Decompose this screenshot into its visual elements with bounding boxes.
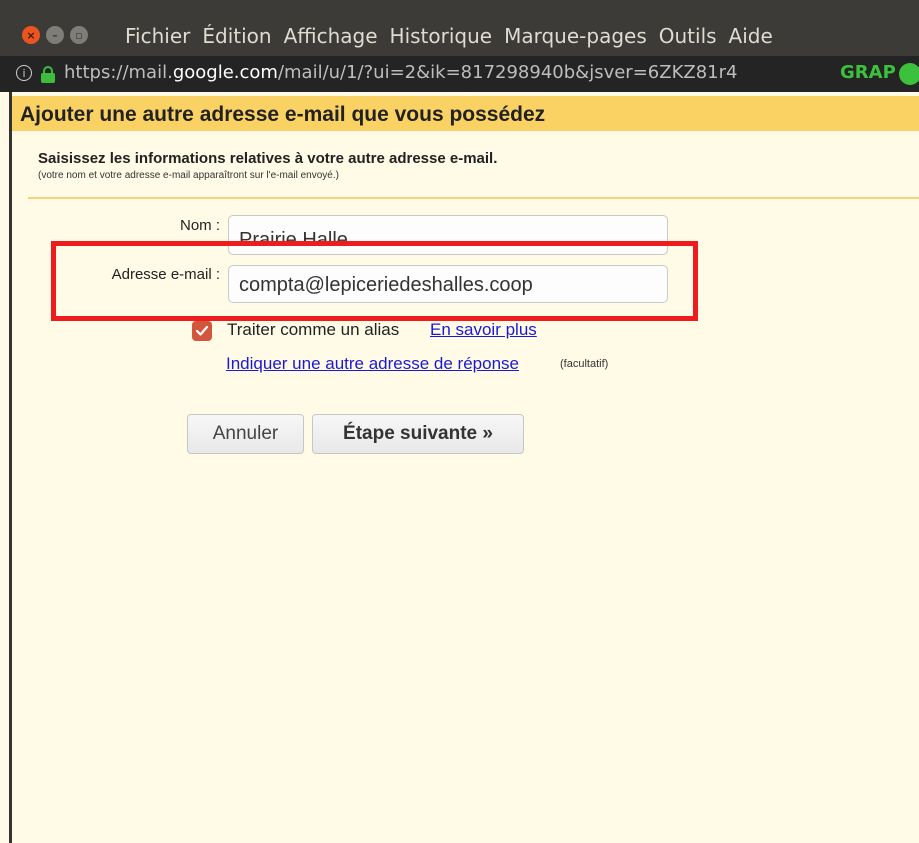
cancel-button[interactable]: Annuler (187, 414, 304, 454)
menu-historique[interactable]: Historique (390, 24, 493, 48)
url-text[interactable]: https://mail.google.com/mail/u/1/?ui=2&i… (64, 62, 737, 83)
dialog-sub-instructions: (votre nom et votre adresse e-mail appar… (38, 170, 339, 181)
reply-address-link[interactable]: Indiquer une autre adresse de réponse (226, 354, 519, 374)
menu-fichier[interactable]: Fichier (125, 24, 190, 48)
addon-label[interactable]: GRAP (840, 62, 896, 83)
alias-label: Traiter comme un alias (227, 320, 400, 339)
optional-label: (facultatif) (560, 358, 609, 370)
menu-bar: × – ▫ Fichier Édition Affichage Historiq… (0, 0, 919, 56)
check-icon (195, 325, 209, 336)
menu-affichage[interactable]: Affichage (284, 24, 378, 48)
divider (28, 197, 919, 199)
highlight-box (51, 241, 698, 321)
alias-checkbox[interactable] (192, 321, 212, 341)
maximize-window-icon[interactable]: ▫ (70, 26, 88, 44)
lock-icon[interactable] (41, 66, 55, 83)
url-domain: google.com (172, 62, 278, 83)
minimize-window-icon[interactable]: – (46, 26, 64, 44)
next-step-button[interactable]: Étape suivante » (312, 414, 524, 454)
dialog-title: Ajouter une autre adresse e-mail que vou… (12, 96, 919, 131)
learn-more-link[interactable]: En savoir plus (430, 320, 537, 340)
window-controls: × – ▫ (22, 26, 88, 44)
dialog-instructions: Saisissez les informations relatives à v… (38, 150, 498, 167)
menu-aide[interactable]: Aide (729, 24, 773, 48)
addon-status-icon[interactable] (899, 63, 919, 85)
menu-outils[interactable]: Outils (659, 24, 717, 48)
close-window-icon[interactable]: × (22, 26, 40, 44)
menu-marque-pages[interactable]: Marque-pages (504, 24, 647, 48)
url-bar[interactable]: i https://mail.google.com/mail/u/1/?ui=2… (0, 56, 919, 92)
name-label: Nom : (179, 217, 220, 234)
url-fade (760, 56, 840, 92)
url-prefix: https://mail. (64, 62, 173, 83)
url-path: /mail/u/1/?ui=2&ik=817298940b&jsver=6ZKZ… (277, 62, 738, 83)
window-edge (9, 92, 12, 843)
menu-items: Fichier Édition Affichage Historique Mar… (125, 24, 773, 48)
menu-edition[interactable]: Édition (202, 24, 271, 48)
info-icon[interactable]: i (16, 65, 32, 81)
